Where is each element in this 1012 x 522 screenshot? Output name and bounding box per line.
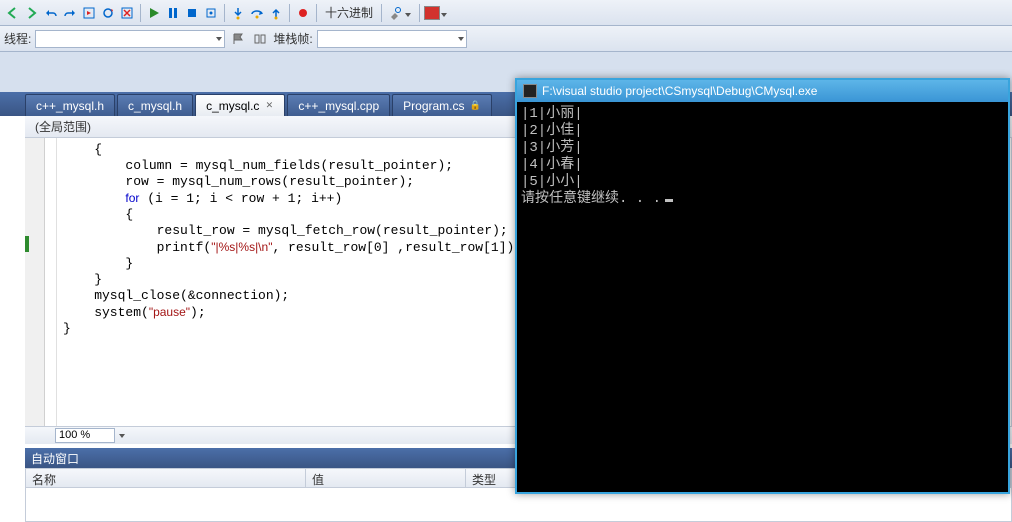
col-name[interactable]: 名称 <box>26 469 306 487</box>
tab-program-cs[interactable]: Program.cs 🔒 <box>392 94 492 116</box>
tab-close-icon[interactable]: ✕ <box>264 101 274 111</box>
console-window[interactable]: F:\visual studio project\CSmysql\Debug\C… <box>515 78 1010 494</box>
color-picker[interactable] <box>424 6 440 20</box>
thread-dropdown[interactable] <box>35 30 225 48</box>
console-output: |1|小丽| |2|小佳| |3|小芳| |4|小春| |5|小小| 请按任意键… <box>517 102 1008 212</box>
console-title-text: F:\visual studio project\CSmysql\Debug\C… <box>542 84 817 98</box>
step-into-icon[interactable] <box>229 4 247 22</box>
main-toolbar: 十六进制 <box>0 0 1012 26</box>
nav-back-icon[interactable] <box>4 4 22 22</box>
change-marker <box>25 236 29 252</box>
tab-label: c++_mysql.cpp <box>298 99 379 113</box>
editor-outline[interactable] <box>45 138 57 426</box>
lock-icon: 🔒 <box>470 100 481 111</box>
pause-icon[interactable] <box>164 4 182 22</box>
console-app-icon <box>523 84 537 98</box>
col-value[interactable]: 值 <box>306 469 466 487</box>
thread-label: 线程: <box>4 30 31 47</box>
flag-icon[interactable] <box>229 30 247 48</box>
show-next-icon[interactable] <box>80 4 98 22</box>
tab-cpp-mysql-h[interactable]: c++_mysql.h <box>25 94 115 116</box>
tool-icon[interactable] <box>386 4 404 22</box>
tab-cpp-mysql-cpp[interactable]: c++_mysql.cpp <box>287 94 390 116</box>
separator <box>381 4 382 22</box>
undo-icon[interactable] <box>42 4 60 22</box>
editor-margin[interactable] <box>25 138 45 426</box>
tab-label: c_mysql.h <box>128 99 182 113</box>
restart-icon[interactable] <box>202 4 220 22</box>
tab-label: c++_mysql.h <box>36 99 104 113</box>
play-icon[interactable] <box>145 4 163 22</box>
tab-c-mysql-c[interactable]: c_mysql.c ✕ <box>195 94 285 116</box>
cancel-icon[interactable] <box>118 4 136 22</box>
step-over-icon[interactable] <box>248 4 266 22</box>
color-dropdown[interactable] <box>441 6 451 20</box>
zoom-arrow-icon[interactable] <box>119 434 125 438</box>
console-titlebar[interactable]: F:\visual studio project\CSmysql\Debug\C… <box>517 80 1008 102</box>
stackframe-label: 堆栈帧: <box>273 30 312 47</box>
hex-toggle[interactable]: 十六进制 <box>321 4 377 21</box>
tab-label: c_mysql.c <box>206 99 259 113</box>
redo-icon[interactable] <box>61 4 79 22</box>
separator <box>289 4 290 22</box>
separator <box>419 4 420 22</box>
threads-icon[interactable] <box>251 30 269 48</box>
nav-fwd-icon[interactable] <box>23 4 41 22</box>
separator <box>224 4 225 22</box>
step-out-icon[interactable] <box>267 4 285 22</box>
stackframe-dropdown[interactable] <box>317 30 467 48</box>
scope-dropdown[interactable]: (全局范围) <box>35 118 91 135</box>
tab-label: Program.cs <box>403 99 464 113</box>
tab-c-mysql-h[interactable]: c_mysql.h <box>117 94 193 116</box>
debug-location-toolbar: 线程: 堆栈帧: <box>0 26 1012 52</box>
tool-dropdown[interactable] <box>405 6 415 20</box>
stop-icon[interactable] <box>183 4 201 22</box>
separator <box>316 4 317 22</box>
zoom-dropdown[interactable]: 100 % <box>55 428 115 443</box>
separator <box>140 4 141 22</box>
breakpoint-icon[interactable] <box>294 4 312 22</box>
refresh-icon[interactable] <box>99 4 117 22</box>
